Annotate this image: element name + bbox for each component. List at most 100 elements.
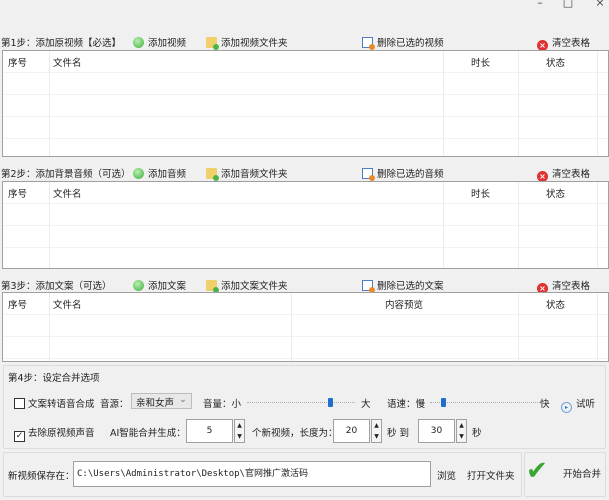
header-filename[interactable]: 文件名 [53,297,82,311]
voice-value: 亲和女声 [136,398,175,409]
tts-label: 文案转语音合成 [28,399,95,410]
checkmark-icon: ✔ [526,456,548,486]
add-icon [133,280,144,291]
count-suffix-label: 个新视频，长度为： [252,428,338,439]
header-duration[interactable]: 时长 [471,55,490,69]
column-divider [443,182,444,268]
preview-button[interactable]: ▸ 试听 [561,396,595,413]
audio-table[interactable]: 序号 文件名 时长 状态 [2,181,609,269]
remove-audio-checkbox[interactable]: ✓ 去除原视频声音 [14,425,95,442]
speed-max-label: 快 [540,399,550,410]
column-divider [597,182,598,268]
column-divider [443,51,444,156]
add-audio-folder-button[interactable]: 添加音频文件夹 [206,166,288,181]
header-status[interactable]: 状态 [546,186,565,200]
delete-window-icon [362,37,375,50]
column-divider [49,293,50,361]
video-table[interactable]: 序号 文件名 时长 状态 [2,50,609,157]
step2-toolbar: 第2步：添加背景音频（可选） 添加音频 添加音频文件夹 删除已选的音频 × 清空表… [0,163,609,182]
up-arrow-icon[interactable]: ▲ [372,420,381,431]
delete-window-icon [362,168,375,181]
add-copy-folder-button[interactable]: 添加文案文件夹 [206,278,288,293]
step2-label: 第2步：添加背景音频（可选） [1,169,131,180]
volume-slider-thumb[interactable] [328,398,333,407]
play-icon: ▸ [561,402,572,413]
folder-add-icon [206,280,219,293]
add-copy-button[interactable]: 添加文案 [133,278,186,292]
clear-table-button[interactable]: × 清空表格 [537,166,590,182]
start-merge-label[interactable]: 开始合并 [563,466,601,480]
add-video-folder-button[interactable]: 添加视频文件夹 [206,35,288,50]
output-label: 新视频保存在： [8,471,75,482]
count-input[interactable]: 5 [186,419,233,443]
volume-label: 音量：小 [203,399,242,410]
min-length-stepper[interactable]: ▲ ▼ [371,419,382,443]
step3-label: 第3步：添加文案（可选） [1,281,112,292]
header-status[interactable]: 状态 [546,55,565,69]
up-arrow-icon[interactable]: ▲ [457,420,466,431]
header-index[interactable]: 序号 [8,186,27,200]
column-divider [518,51,519,156]
add-copy-label: 添加文案 [148,281,187,292]
column-divider [291,293,292,361]
voice-label: 音源： [100,399,129,410]
header-duration[interactable]: 时长 [471,186,490,200]
header-index[interactable]: 序号 [8,55,27,69]
down-arrow-icon[interactable]: ▼ [235,431,244,442]
speed-slider-thumb[interactable] [441,398,446,407]
start-merge-button[interactable]: ✔ [526,456,548,486]
volume-slider[interactable] [247,398,355,407]
to-label: 秒 到 [387,428,410,439]
checkbox-checked-icon: ✓ [14,431,25,442]
step4-label: 第4步：设定合并选项 [8,373,100,384]
add-audio-folder-label: 添加音频文件夹 [221,169,288,180]
add-audio-button[interactable]: 添加音频 [133,166,186,180]
column-divider [597,293,598,361]
count-stepper[interactable]: ▲ ▼ [234,419,245,443]
down-arrow-icon[interactable]: ▼ [457,431,466,442]
generate-label: AI智能合并生成： [110,428,186,439]
column-divider [49,51,50,156]
copy-table[interactable]: 序号 文件名 内容预览 状态 [2,292,609,362]
voice-select[interactable]: 亲和女声 ⌄ [131,393,192,409]
minimize-button[interactable]: – [530,0,550,9]
header-status[interactable]: 状态 [546,297,565,311]
delete-video-label: 删除已选的视频 [377,38,444,49]
maximize-button[interactable]: □ [558,0,578,9]
delete-selected-audio-button[interactable]: 删除已选的音频 [362,166,444,181]
column-divider [518,293,519,361]
step3-toolbar: 第3步：添加文案（可选） 添加文案 添加文案文件夹 删除已选的文案 × 清空表格 [0,275,609,294]
header-filename[interactable]: 文件名 [53,186,82,200]
column-divider [597,51,598,156]
folder-add-icon [206,37,219,50]
speed-label: 语速：慢 [387,399,426,410]
header-content-preview[interactable]: 内容预览 [385,297,423,311]
chevron-down-icon: ⌄ [179,394,187,405]
browse-button[interactable]: 浏览 [437,468,456,482]
add-icon [133,37,144,48]
clear-label: 清空表格 [552,169,591,180]
tts-checkbox[interactable]: 文案转语音合成 [14,396,95,410]
delete-selected-video-button[interactable]: 删除已选的视频 [362,35,444,50]
max-length-input[interactable]: 30 [418,419,455,443]
delete-window-icon [362,280,375,293]
folder-add-icon [206,168,219,181]
max-length-stepper[interactable]: ▲ ▼ [456,419,467,443]
remove-audio-label: 去除原视频声音 [28,428,95,439]
down-arrow-icon[interactable]: ▼ [372,431,381,442]
header-filename[interactable]: 文件名 [53,55,82,69]
clear-label: 清空表格 [552,38,591,49]
clear-table-button[interactable]: × 清空表格 [537,35,590,51]
add-video-label: 添加视频 [148,38,187,49]
close-button[interactable]: × [590,0,609,9]
delete-selected-copy-button[interactable]: 删除已选的文案 [362,278,444,293]
min-length-input[interactable]: 20 [333,419,370,443]
add-video-button[interactable]: 添加视频 [133,35,186,49]
up-arrow-icon[interactable]: ▲ [235,420,244,431]
open-folder-button[interactable]: 打开文件夹 [467,468,515,482]
preview-label: 试听 [576,399,596,410]
speed-slider[interactable] [430,398,540,407]
header-index[interactable]: 序号 [8,297,27,311]
delete-copy-label: 删除已选的文案 [377,281,444,292]
output-path-input[interactable]: C:\Users\Administrator\Desktop\官网推广激活码 [73,461,431,487]
